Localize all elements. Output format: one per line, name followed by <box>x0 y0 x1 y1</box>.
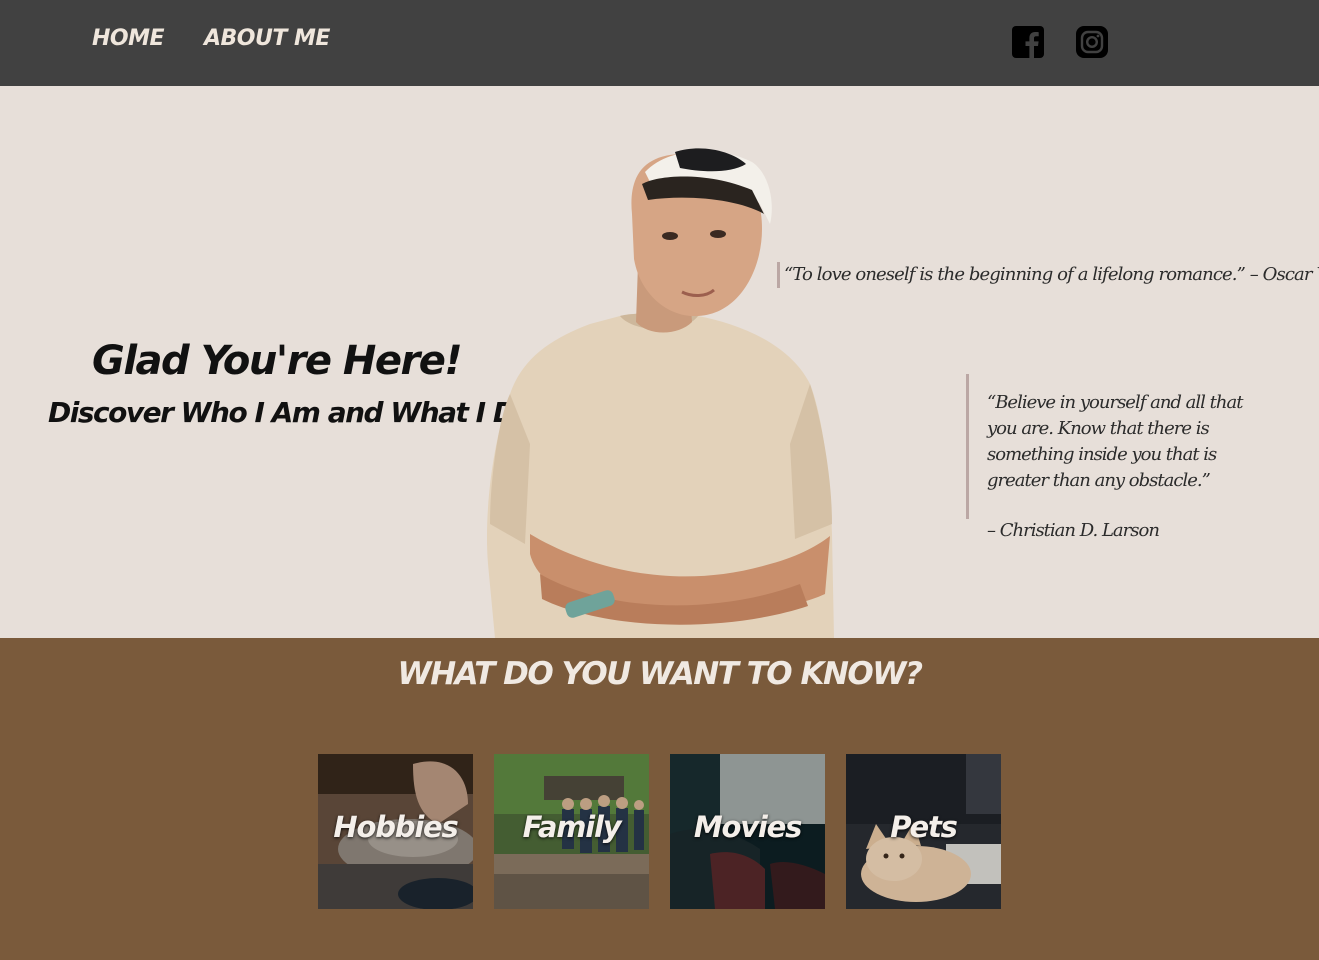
quote-author: – Christian D. Larson <box>987 520 1160 541</box>
what-to-know-section: WHAT DO YOU WANT TO KNOW? Hobbies Family… <box>0 638 1319 960</box>
card-label: Family <box>522 810 622 844</box>
pets-card[interactable]: Pets <box>846 754 1001 909</box>
hero-subtitle: Discover Who I Am and What I Do <box>48 396 534 429</box>
card-label: Movies <box>693 810 803 844</box>
nav-home-link[interactable]: HOME <box>92 26 165 51</box>
quote-christian-larson: “Believe in yourself and all that you ar… <box>966 374 1276 541</box>
nav-about-me-link[interactable]: ABOUT ME <box>204 26 330 51</box>
hero-title: Glad You're Here! <box>92 338 463 384</box>
movies-card[interactable]: Movies <box>670 754 825 909</box>
top-nav: HOME ABOUT ME <box>0 0 1319 86</box>
quote-text: “Believe in yourself and all that you ar… <box>987 392 1243 491</box>
family-card[interactable]: Family <box>494 754 649 909</box>
hobbies-card[interactable]: Hobbies <box>318 754 473 909</box>
card-label: Pets <box>890 810 958 844</box>
instagram-icon[interactable] <box>1076 26 1108 58</box>
quote-oscar-wilde: “To love oneself is the beginning of a l… <box>777 262 1319 288</box>
portrait-image <box>486 148 834 638</box>
facebook-icon[interactable] <box>1012 26 1044 58</box>
hero-section: Glad You're Here! Discover Who I Am and … <box>0 86 1319 638</box>
section-title: WHAT DO YOU WANT TO KNOW? <box>397 656 923 692</box>
card-label: Hobbies <box>333 810 458 844</box>
